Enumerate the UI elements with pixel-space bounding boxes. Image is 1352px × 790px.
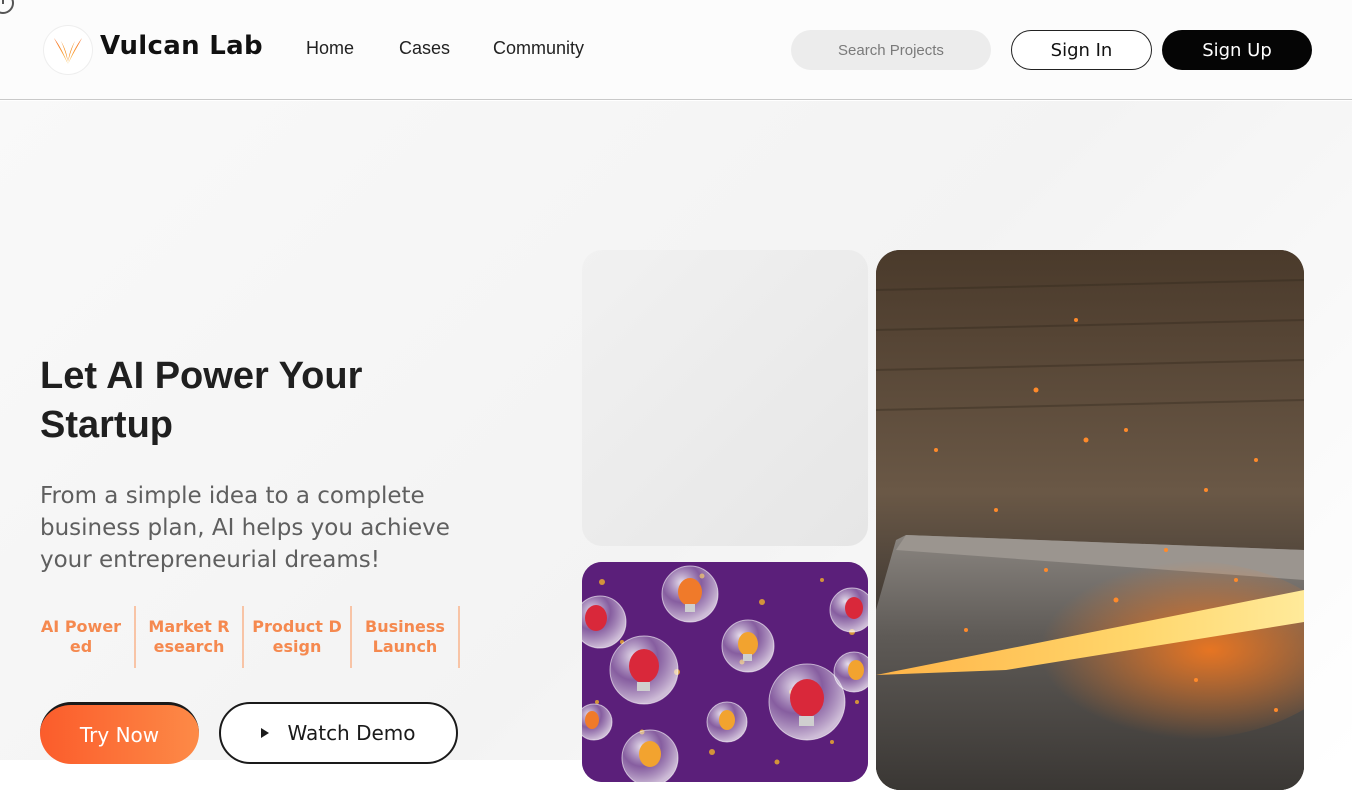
lightbulb-bubbles-image [582, 562, 868, 782]
hero-subtitle: From a simple idea to a complete busines… [40, 483, 450, 573]
sign-in-label: Sign In [1050, 39, 1113, 61]
tag-product-design: Product Design [244, 606, 352, 668]
lightbulb-bubbles-illustration [582, 562, 868, 782]
brand-name[interactable]: Vulcan Lab [100, 31, 263, 61]
forge-anvil-illustration [876, 250, 1304, 790]
try-now-label: Try Now [79, 722, 160, 747]
feature-tags: AI Powered Market Research Product Desig… [28, 606, 460, 668]
forge-anvil-image [876, 250, 1304, 790]
sign-up-label: Sign Up [1202, 39, 1272, 61]
try-now-button[interactable]: Try Now [40, 702, 199, 764]
watch-demo-button[interactable]: Watch Demo [219, 702, 458, 764]
nav-community[interactable]: Community [493, 38, 584, 59]
search-input[interactable] [791, 30, 991, 70]
nav-cases[interactable]: Cases [399, 38, 450, 59]
flame-logo-icon [54, 38, 82, 64]
play-icon [261, 728, 270, 738]
power-icon [0, 0, 14, 14]
tag-business-launch: Business Launch [352, 606, 460, 668]
tag-market-research: Market Research [136, 606, 244, 668]
hero-title: Let AI Power Your Startup [40, 355, 363, 446]
site-header: Vulcan Lab Home Cases Community Sign In … [0, 0, 1352, 100]
sign-in-button[interactable]: Sign In [1011, 30, 1152, 70]
watch-demo-label: Watch Demo [287, 721, 416, 745]
brand-logo[interactable] [44, 26, 92, 74]
nav-home[interactable]: Home [306, 38, 354, 59]
image-placeholder-tile [582, 250, 868, 546]
sign-up-button[interactable]: Sign Up [1162, 30, 1312, 70]
tag-ai-powered: AI Powered [28, 606, 136, 668]
